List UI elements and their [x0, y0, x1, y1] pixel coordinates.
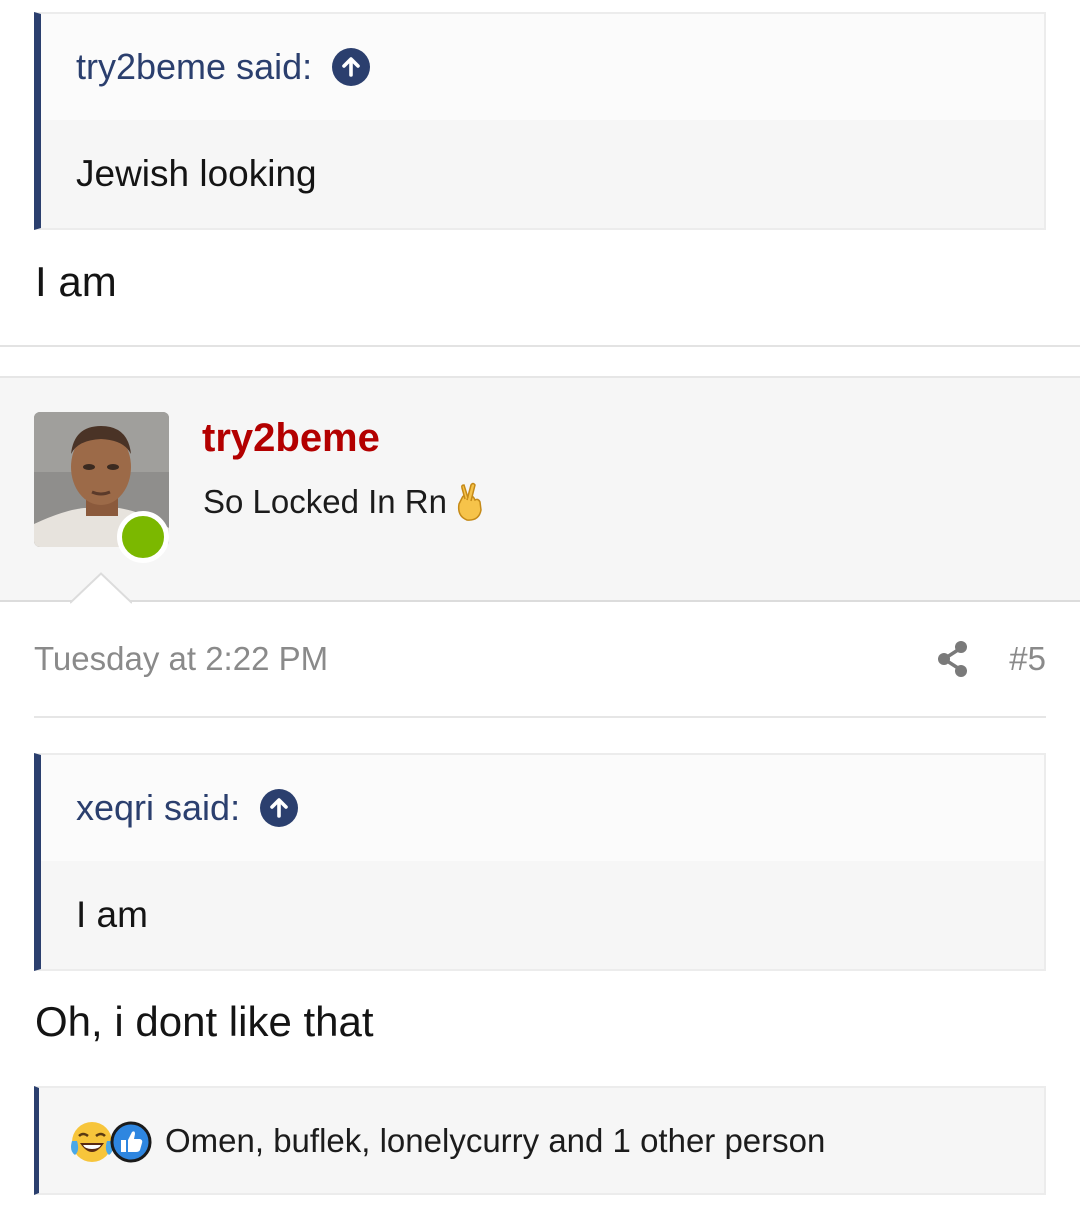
post-meta: Tuesday at 2:22 PM #5 [34, 640, 1046, 680]
post-date[interactable]: Tuesday at 2:22 PM [34, 640, 328, 678]
reaction-icons[interactable] [69, 1119, 159, 1163]
arrow-up-icon[interactable] [332, 48, 371, 86]
username[interactable]: try2beme [202, 416, 380, 461]
post-user-block: try2beme So Locked In Rn [0, 376, 1080, 604]
online-status-dot [117, 511, 169, 563]
reaction-summary[interactable]: Omen, buflek, lonelycurry and 1 other pe… [165, 1122, 825, 1160]
post-message: Oh, i dont like that [35, 998, 374, 1045]
user-title-text: So Locked In Rn [203, 483, 447, 520]
user-title: So Locked In Rn [203, 482, 485, 522]
quote-text: I am [41, 861, 1044, 969]
quote-text: Jewish looking [41, 120, 1044, 228]
thumbs-up-icon [110, 1121, 152, 1162]
reactions-bar: Omen, buflek, lonelycurry and 1 other pe… [34, 1086, 1046, 1195]
message-pointer-icon [70, 572, 132, 604]
quote-attribution[interactable]: xeqri said: [76, 787, 240, 829]
quote-block: try2beme said: Jewish looking [34, 12, 1046, 230]
fingers-crossed-icon [453, 482, 485, 522]
share-icon[interactable] [936, 640, 970, 683]
quote-block: xeqri said: I am [34, 753, 1046, 971]
quote-attribution[interactable]: try2beme said: [76, 46, 312, 88]
meta-divider [34, 716, 1046, 718]
post-message: I am [35, 258, 117, 305]
arrow-up-icon[interactable] [260, 789, 299, 827]
quote-header: xeqri said: [41, 755, 1044, 861]
post-divider [0, 345, 1080, 347]
quote-header: try2beme said: [41, 14, 1044, 120]
post-number[interactable]: #5 [1009, 640, 1046, 678]
